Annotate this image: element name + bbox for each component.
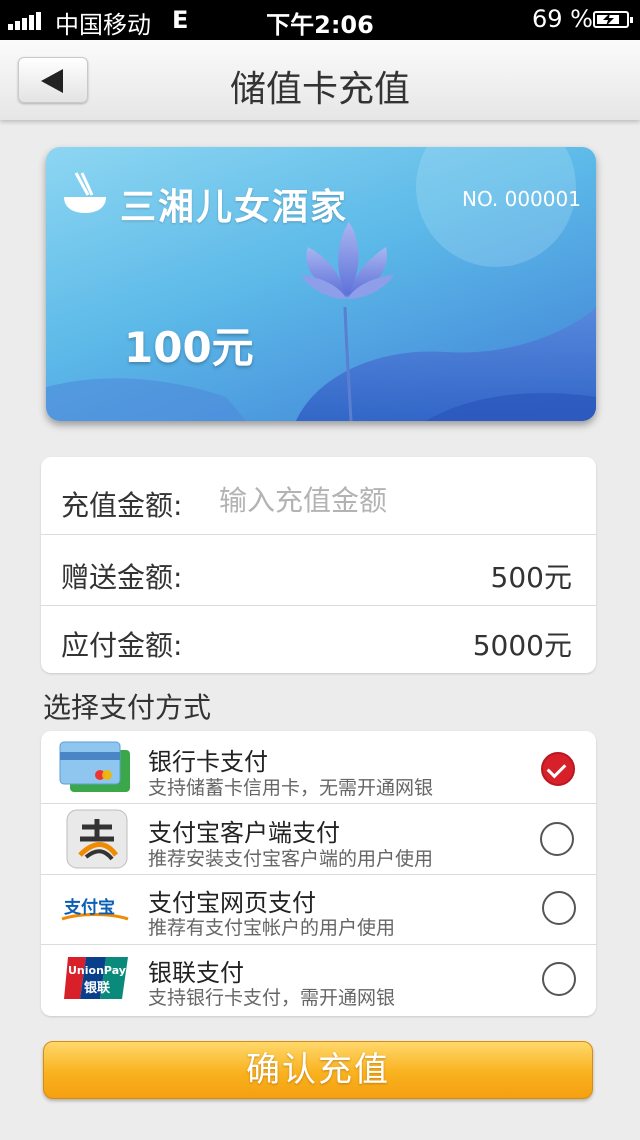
page-title: 储值卡充值 xyxy=(229,69,410,110)
unionpay-icon: UnionPay 银联 xyxy=(64,957,128,999)
payment-option-subtitle: 推荐有支付宝帐户的用户使用 xyxy=(148,917,396,939)
unselected-radio-icon[interactable] xyxy=(542,962,576,996)
svg-text:支付宝: 支付宝 xyxy=(64,897,115,918)
recharge-amount-input[interactable] xyxy=(219,482,579,518)
bowl-chopsticks-icon xyxy=(64,172,106,213)
payment-option-subtitle: 支持银行卡支付，需开通网银 xyxy=(148,987,396,1009)
payment-option-title: 银行卡支付 xyxy=(148,748,268,776)
payment-option-subtitle: 支持储蓄卡信用卡，无需开通网银 xyxy=(148,777,434,799)
svg-text:UnionPay: UnionPay xyxy=(68,964,126,977)
battery-percent: 69 % xyxy=(532,5,593,33)
alipay-web-logo: 支付宝 xyxy=(61,897,129,921)
confirm-recharge-button[interactable]: 确认充值 xyxy=(43,1041,593,1099)
selected-radio-icon[interactable] xyxy=(541,752,575,786)
battery-icon xyxy=(593,11,633,28)
divider xyxy=(41,605,596,606)
unselected-radio-icon[interactable] xyxy=(542,891,576,925)
payable-amount-value: 5000元 xyxy=(472,629,572,662)
alipay-app-icon xyxy=(66,809,128,869)
bank-card-icon xyxy=(59,741,130,792)
payment-section-title: 选择支付方式 xyxy=(43,691,212,724)
payment-option-title: 支付宝客户端支付 xyxy=(148,819,340,847)
recharge-amount-label: 充值金额: xyxy=(61,489,183,522)
card-balance: 100元 xyxy=(124,323,254,372)
status-bar: 中国移动 E 下午2:06 69 % xyxy=(0,0,640,40)
bonus-amount-label: 赠送金额: xyxy=(61,561,183,594)
recharge-form: 充值金额: 赠送金额: 500元 应付金额: 5000元 xyxy=(41,457,596,673)
divider xyxy=(41,534,596,535)
bonus-amount-value: 500元 xyxy=(490,561,572,594)
payable-amount-label: 应付金额: xyxy=(61,629,183,662)
unselected-radio-icon[interactable] xyxy=(540,822,574,856)
svg-text:银联: 银联 xyxy=(84,980,110,996)
restaurant-name: 三湘儿女酒家 xyxy=(120,187,349,228)
card-number: NO. 000001 xyxy=(462,187,581,211)
payment-option-subtitle: 推荐安装支付宝客户端的用户使用 xyxy=(148,848,434,870)
